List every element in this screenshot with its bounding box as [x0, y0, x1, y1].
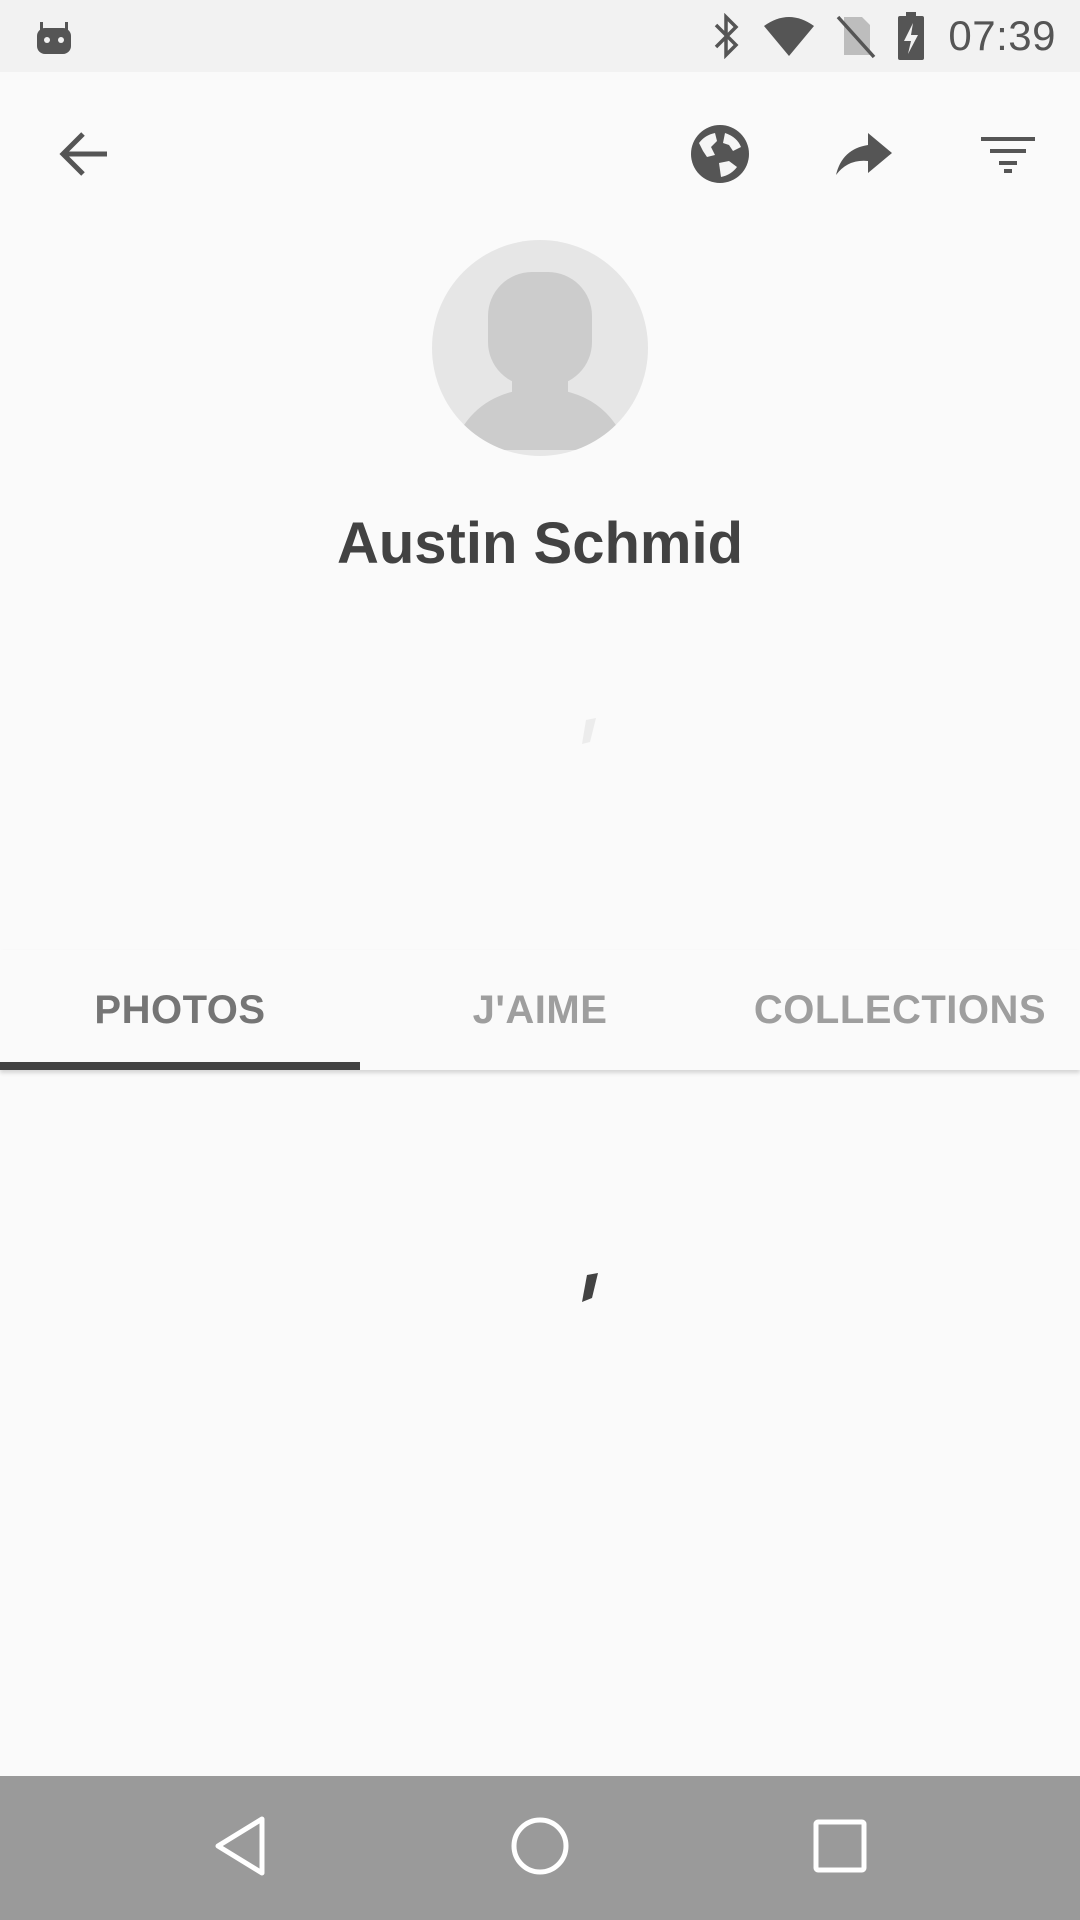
filter-icon [979, 133, 1037, 180]
profile-name: Austin Schmid [336, 511, 744, 576]
android-debug-icon [34, 14, 74, 56]
tab-likes[interactable]: J'AIME [360, 950, 720, 1070]
no-sim-icon [836, 13, 876, 59]
nav-back-button[interactable] [190, 1798, 290, 1898]
toolbar [0, 72, 1080, 240]
status-icons: 07:39 [692, 0, 1056, 72]
wifi-icon [762, 14, 816, 58]
browser-button[interactable] [676, 112, 764, 200]
filter-button[interactable] [964, 112, 1052, 200]
person-silhouette-icon [452, 272, 628, 450]
nav-home-icon [509, 1815, 571, 1882]
nav-recents-button[interactable] [790, 1798, 890, 1898]
tab-likes-label: J'AIME [472, 987, 608, 1032]
share-button[interactable] [820, 112, 908, 200]
status-bar: 07:39 [0, 0, 1080, 72]
back-button[interactable] [40, 112, 128, 200]
battery-charging-icon [896, 11, 926, 61]
tab-photos[interactable]: PHOTOS [0, 950, 360, 1070]
nav-home-button[interactable] [490, 1798, 590, 1898]
bluetooth-icon [712, 13, 742, 59]
tab-photos-label: PHOTOS [94, 987, 266, 1032]
tab-collections[interactable]: COLLECTIONS [720, 950, 1080, 1070]
share-icon [834, 131, 894, 182]
nav-back-icon [210, 1815, 270, 1882]
nav-recents-icon [812, 1818, 868, 1879]
back-arrow-icon [57, 131, 111, 182]
loading-spinner-icon [578, 716, 600, 751]
tab-collections-label: COLLECTIONS [753, 987, 1047, 1032]
progress-spinner-icon [578, 1272, 602, 1309]
tab-bar: PHOTOS J'AIME COLLECTIONS [0, 950, 1080, 1070]
clock: 07:39 [948, 12, 1056, 59]
navigation-bar [0, 1776, 1080, 1920]
globe-icon [689, 123, 751, 190]
avatar [432, 240, 648, 456]
tab-indicator [0, 1062, 360, 1070]
